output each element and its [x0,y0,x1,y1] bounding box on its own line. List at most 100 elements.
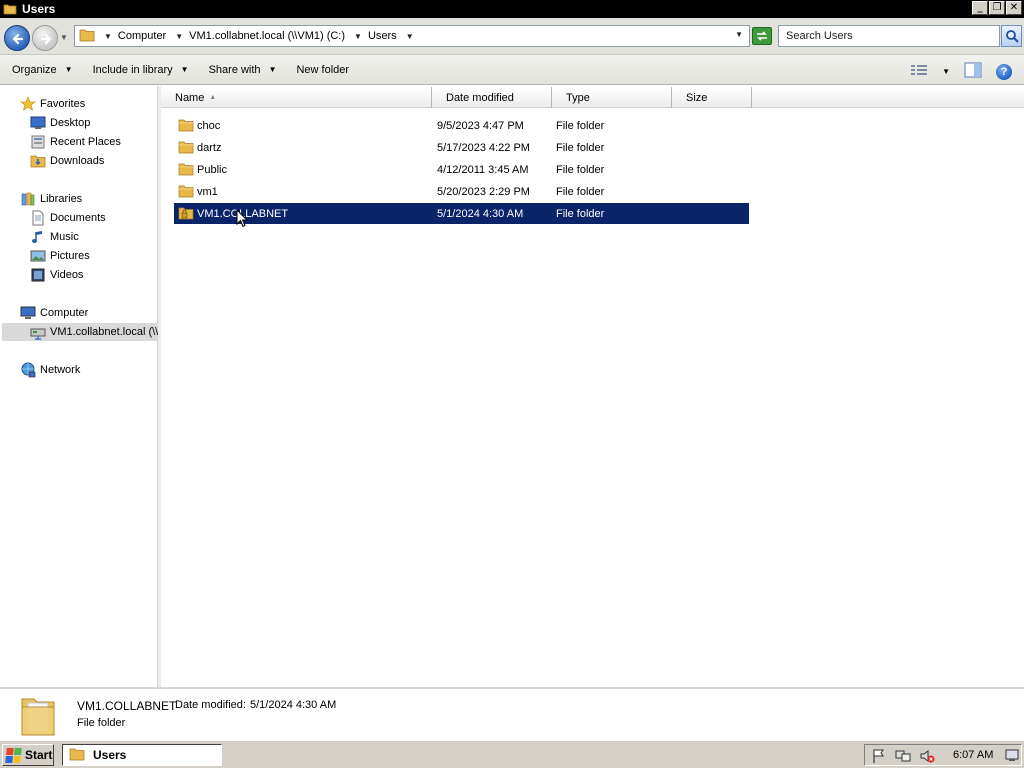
recent-pages-dropdown-icon[interactable]: ▼ [60,33,68,42]
nav-videos[interactable]: Videos [30,266,83,284]
windows-logo-icon [5,747,22,763]
nav-pictures[interactable]: Pictures [30,247,90,265]
computer-icon [20,305,36,321]
column-header-type[interactable]: Type [552,87,672,108]
volume-muted-icon[interactable] [919,748,935,767]
locked-folder-icon [178,206,194,223]
folder-icon [178,140,194,157]
details-modified-label: Date modified: [175,699,246,711]
address-history-dropdown-icon[interactable]: ▼ [735,30,743,39]
file-row-public[interactable]: Public 4/12/2011 3:45 AM File folder [174,159,749,180]
folder-icon [3,3,17,15]
folder-icon [79,28,95,45]
refresh-icon [757,31,767,41]
star-icon [20,96,36,112]
network-icon [20,362,36,378]
new-folder-button[interactable]: New folder [296,64,349,76]
file-list: choc 9/5/2023 4:47 PM File folder dartz … [161,109,1024,687]
sort-ascending-icon: ▲ [209,94,217,101]
folder-icon [69,747,85,764]
network-drive-icon [30,324,46,340]
mouse-cursor-icon [236,209,248,228]
change-view-icon[interactable] [910,63,928,80]
music-icon [30,229,46,245]
search-icon [1005,30,1019,43]
nav-favorites[interactable]: Favorites [20,95,85,113]
show-desktop-icon[interactable] [1005,748,1019,765]
chevron-down-icon: ▼ [268,65,277,74]
forward-button[interactable] [32,25,58,51]
nav-network[interactable]: Network [20,361,80,379]
preview-pane-icon[interactable] [964,62,982,81]
chevron-down-icon[interactable]: ▼ [406,32,414,41]
videos-icon [30,267,46,283]
column-header-date-modified[interactable]: Date modified [432,87,552,108]
organize-menu[interactable]: Organize ▼ [12,64,73,76]
share-with-menu[interactable]: Share with ▼ [209,64,277,76]
nav-desktop[interactable]: Desktop [30,114,90,132]
action-center-flag-icon[interactable] [871,748,887,767]
close-button[interactable]: ✕ [1006,1,1022,15]
arrow-left-icon [12,33,24,45]
details-modified-value: 5/1/2024 4:30 AM [250,699,337,711]
folder-icon [178,118,194,135]
help-icon[interactable]: ? [996,63,1012,80]
details-file-name: VM1.COLLABNET [77,699,177,713]
window-title: Users [22,2,56,16]
column-headers: Name ▲ Date modified Type Size [161,87,1024,108]
breadcrumb-users[interactable]: Users [368,30,397,42]
back-button[interactable] [4,25,30,51]
taskbar: Start Users 6:07 AM [0,740,1024,768]
nav-libraries[interactable]: Libraries [20,190,82,208]
nav-music[interactable]: Music [30,228,79,246]
address-bar[interactable]: ▼ Computer ▼ VM1.collabnet.local (\\VM1)… [74,25,750,47]
restore-button[interactable]: ❐ [989,1,1005,15]
title-bar[interactable]: Users _ ❐ ✕ [0,0,1024,18]
folder-icon [178,162,194,179]
details-file-type: File folder [77,717,126,729]
include-in-library-menu[interactable]: Include in library ▼ [93,64,189,76]
network-status-icon[interactable] [895,748,911,767]
file-row-vm1[interactable]: vm1 5/20/2023 2:29 PM File folder [174,181,749,202]
chevron-down-icon[interactable]: ▼ [354,32,362,41]
start-button[interactable]: Start [2,744,54,766]
command-bar: Organize ▼ Include in library ▼ Share with… [0,55,1024,85]
breadcrumb: ▼ Computer ▼ VM1.collabnet.local (\\VM1)… [95,30,420,42]
taskbar-button-users[interactable]: Users [62,744,222,766]
folder-icon [178,184,194,201]
address-row: ▼ ▼ Computer ▼ VM1.collabnet.local (\\VM… [0,18,1024,55]
chevron-down-icon[interactable]: ▼ [104,32,112,41]
details-pane: VM1.COLLABNET Date modified: 5/1/2024 4:… [0,687,1024,740]
pictures-icon [30,248,46,264]
column-header-size[interactable]: Size [672,87,752,108]
libraries-icon [20,191,36,207]
documents-icon [30,210,46,226]
file-row-vm1-collabnet[interactable]: VM1.COLLABNET 5/1/2024 4:30 AM File fold… [174,203,749,224]
arrow-right-icon [40,33,52,45]
nav-recent-places[interactable]: Recent Places [30,133,121,151]
breadcrumb-computer[interactable]: Computer [118,30,166,42]
minimize-button[interactable]: _ [972,1,988,15]
column-header-name[interactable]: Name ▲ [161,87,432,108]
file-row-dartz[interactable]: dartz 5/17/2023 4:22 PM File folder [174,137,749,158]
chevron-down-icon: ▼ [64,65,73,74]
view-options-dropdown-icon[interactable]: ▼ [942,67,950,76]
navigation-pane: Favorites Desktop Recent Places Download… [0,86,158,687]
nav-downloads[interactable]: Downloads [30,152,104,170]
breadcrumb-drive[interactable]: VM1.collabnet.local (\\VM1) (C:) [189,30,345,42]
clock[interactable]: 6:07 AM [953,749,993,761]
refresh-button[interactable] [752,27,772,45]
chevron-down-icon: ▼ [180,65,189,74]
chevron-down-icon[interactable]: ▼ [175,32,183,41]
downloads-folder-icon [30,153,46,169]
desktop-icon [30,115,46,131]
nav-documents[interactable]: Documents [30,209,106,227]
system-tray: 6:07 AM [864,744,1022,766]
nav-computer[interactable]: Computer [20,304,88,322]
search-button[interactable] [1001,25,1022,47]
recent-places-icon [30,134,46,150]
folder-large-icon [20,693,56,740]
nav-drive-c[interactable]: VM1.collabnet.local (\\VM1) (C:) [2,323,158,341]
search-input[interactable]: Search Users [778,25,1000,47]
file-row-choc[interactable]: choc 9/5/2023 4:47 PM File folder [174,115,749,136]
